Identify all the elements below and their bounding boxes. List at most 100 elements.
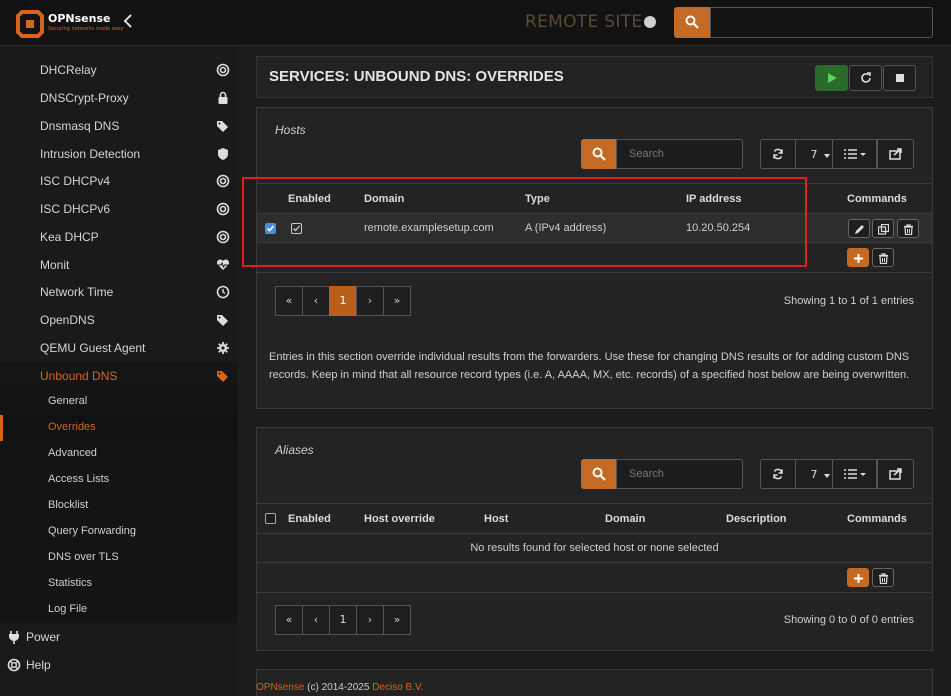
sidebar-subitem-blocklist[interactable]: Blocklist bbox=[0, 493, 238, 519]
clone-button[interactable] bbox=[872, 219, 894, 238]
sidebar-subitem-advanced[interactable]: Advanced bbox=[0, 441, 238, 467]
trash-icon bbox=[879, 253, 888, 264]
aliases-grid-header: Enabled Host override Host Domain Descri… bbox=[257, 504, 932, 534]
add-host-button[interactable] bbox=[847, 248, 869, 267]
sidebar-subitem-query-forwarding[interactable]: Query Forwarding bbox=[0, 519, 238, 545]
brand-tagline: Securing networks made easy bbox=[48, 26, 124, 32]
sidebar-item-intrusion-detection[interactable]: Intrusion Detection bbox=[0, 140, 238, 168]
sidebar-subitem-general[interactable]: General bbox=[0, 389, 238, 415]
sidebar-item-help[interactable]: Help bbox=[0, 651, 238, 679]
sidebar-item-qemu-guest-agent[interactable]: QEMU Guest Agent bbox=[0, 334, 238, 362]
sidebar-subitem-label: Blocklist bbox=[48, 499, 89, 511]
sidebar-subitem-log-file[interactable]: Log File bbox=[0, 597, 238, 623]
aliases-search-input[interactable] bbox=[616, 459, 743, 489]
restart-service-button[interactable] bbox=[849, 65, 882, 91]
sidebar-item-power[interactable]: Power bbox=[0, 623, 238, 651]
start-service-button[interactable] bbox=[815, 65, 848, 91]
aliases-export-button[interactable] bbox=[877, 459, 914, 489]
aliases-refresh-button[interactable] bbox=[760, 459, 796, 489]
footer-brand[interactable]: OPNsense bbox=[256, 682, 304, 693]
sidebar-subitem-overrides[interactable]: Overrides bbox=[0, 415, 238, 441]
search-icon bbox=[592, 467, 606, 481]
hosts-page-size-dropdown[interactable]: 7 bbox=[795, 139, 833, 169]
hosts-search-button[interactable] bbox=[581, 139, 616, 169]
trash-icon bbox=[879, 573, 888, 584]
sidebar-item-dnscrypt-proxy[interactable]: DNSCrypt-Proxy bbox=[0, 84, 238, 112]
lock-icon bbox=[218, 91, 228, 104]
tags-icon bbox=[217, 121, 228, 132]
column-header[interactable]: Description bbox=[726, 513, 787, 525]
column-header: Commands bbox=[847, 193, 907, 205]
stop-service-button[interactable] bbox=[883, 65, 916, 91]
sidebar-item-isc-dhcpv4[interactable]: ISC DHCPv4 bbox=[0, 167, 238, 195]
brand-name: OPNsense bbox=[48, 12, 111, 25]
page-1-button[interactable]: 1 bbox=[329, 286, 357, 316]
aliases-page-size-dropdown[interactable]: 7 bbox=[795, 459, 833, 489]
column-header[interactable]: Host bbox=[484, 513, 508, 525]
sidebar-item-label: DHCRelay bbox=[40, 63, 97, 77]
page-header: SERVICES: UNBOUND DNS: OVERRIDES bbox=[256, 56, 933, 98]
hosts-refresh-button[interactable] bbox=[760, 139, 796, 169]
opnsense-logo[interactable]: OPNsense Securing networks made easy bbox=[16, 10, 124, 38]
sidebar-item-monit[interactable]: Monit bbox=[0, 251, 238, 279]
sidebar-item-kea-dhcp[interactable]: Kea DHCP bbox=[0, 223, 238, 251]
collapse-sidebar-icon[interactable] bbox=[122, 13, 138, 33]
aliases-grid: Enabled Host override Host Domain Descri… bbox=[257, 503, 932, 593]
bulk-delete-button[interactable] bbox=[872, 248, 894, 267]
next-page-button[interactable]: › bbox=[356, 605, 384, 635]
global-search-input[interactable] bbox=[710, 7, 933, 38]
hosts-search-input[interactable] bbox=[616, 139, 743, 169]
hosts-export-button[interactable] bbox=[877, 139, 914, 169]
hosts-columns-dropdown[interactable] bbox=[832, 139, 877, 169]
refresh-icon bbox=[773, 468, 783, 480]
column-header[interactable]: Domain bbox=[605, 513, 645, 525]
last-page-button[interactable]: » bbox=[383, 605, 411, 635]
sidebar-item-label: Power bbox=[26, 630, 61, 644]
heartbeat-icon bbox=[216, 259, 230, 270]
sidebar-subitem-label: DNS over TLS bbox=[48, 551, 119, 563]
next-page-button[interactable]: › bbox=[356, 286, 384, 316]
sidebar-item-unbound-dns[interactable]: Unbound DNS bbox=[0, 362, 238, 390]
aliases-search-button[interactable] bbox=[581, 459, 616, 489]
sidebar-item-opendns[interactable]: OpenDNS bbox=[0, 306, 238, 334]
sidebar-item-label: ISC DHCPv4 bbox=[40, 174, 111, 188]
last-page-button[interactable]: » bbox=[383, 286, 411, 316]
export-icon bbox=[888, 148, 902, 160]
sidebar-item-dnsmasq-dns[interactable]: Dnsmasq DNS bbox=[0, 112, 238, 140]
sidebar-item-dhcrelay[interactable]: DHCRelay bbox=[0, 56, 238, 84]
add-alias-button[interactable] bbox=[847, 568, 869, 587]
tags-icon bbox=[217, 315, 228, 326]
delete-button[interactable] bbox=[897, 219, 919, 238]
sidebar-subitem-statistics[interactable]: Statistics bbox=[0, 571, 238, 597]
sidebar-item-network-time[interactable]: Network Time bbox=[0, 278, 238, 306]
bulk-delete-button[interactable] bbox=[872, 568, 894, 587]
column-header[interactable]: Enabled bbox=[288, 513, 331, 525]
sidebar-subitem-label: Advanced bbox=[48, 447, 97, 459]
sidebar-subitem-dns-over-tls[interactable]: DNS over TLS bbox=[0, 545, 238, 571]
global-search-button[interactable] bbox=[674, 7, 710, 38]
plus-icon bbox=[854, 254, 863, 263]
sidebar-item-label: Help bbox=[26, 658, 51, 672]
first-page-button[interactable]: « bbox=[275, 605, 303, 635]
sidebar-subitem-label: General bbox=[48, 395, 88, 407]
footer-company[interactable]: Deciso B.V. bbox=[372, 682, 423, 693]
sidebar-item-label: Kea DHCP bbox=[40, 230, 99, 244]
prev-page-button[interactable]: ‹ bbox=[302, 286, 330, 316]
gear-icon bbox=[217, 342, 229, 354]
edit-button[interactable] bbox=[848, 219, 870, 238]
sidebar-subitem-label: Overrides bbox=[48, 421, 96, 433]
copy-icon bbox=[878, 224, 889, 235]
sidebar-item-isc-dhcpv6[interactable]: ISC DHCPv6 bbox=[0, 195, 238, 223]
footer-copyright: (c) 2014-2025 bbox=[304, 682, 373, 693]
column-header[interactable]: Host override bbox=[364, 513, 435, 525]
target-icon bbox=[216, 63, 230, 77]
aliases-columns-dropdown[interactable] bbox=[832, 459, 877, 489]
select-all-checkbox[interactable] bbox=[265, 513, 276, 524]
sidebar-subitem-access-lists[interactable]: Access Lists bbox=[0, 467, 238, 493]
target-icon bbox=[216, 174, 230, 188]
prev-page-button[interactable]: ‹ bbox=[302, 605, 330, 635]
page-1-button[interactable]: 1 bbox=[329, 605, 357, 635]
sidebar-subitem-label: Access Lists bbox=[48, 473, 110, 485]
first-page-button[interactable]: « bbox=[275, 286, 303, 316]
top-bar: OPNsense Securing networks made easy REM… bbox=[0, 0, 951, 46]
